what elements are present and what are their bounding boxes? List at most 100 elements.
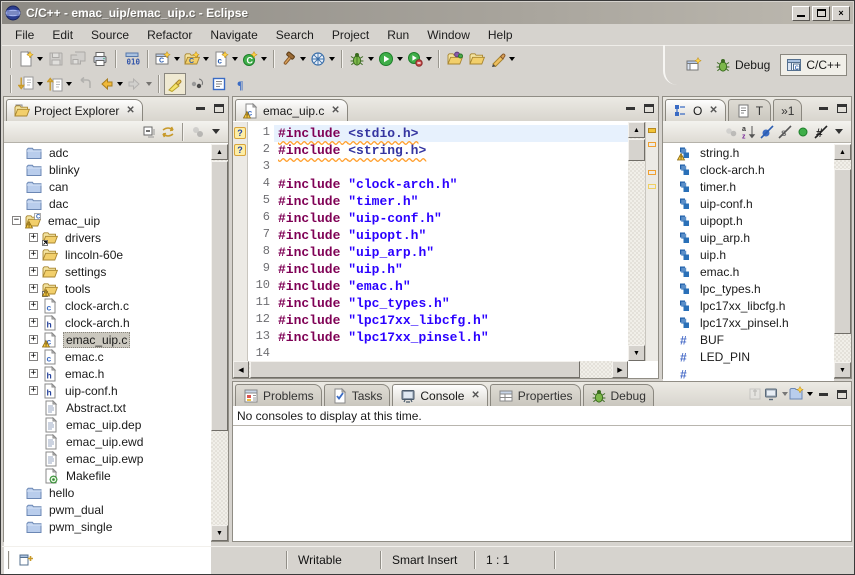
perspective-debug-button[interactable]: Debug [709,54,776,76]
overview-marker[interactable] [648,170,656,175]
scroll-down-icon[interactable]: ▼ [834,362,851,378]
tree-expander[interactable]: + [29,352,38,361]
menu-file[interactable]: File [6,26,43,44]
outline-item-timer.h[interactable]: timer.h [663,178,834,195]
close-view-icon[interactable]: ✕ [471,390,479,401]
code-line-5[interactable]: #include "timer.h" [274,193,628,210]
dropdown-arrow-icon[interactable] [329,56,335,61]
close-button[interactable]: × [832,5,850,21]
editor-hscrollbar[interactable]: ◀ ▶ [233,361,628,378]
menu-refactor[interactable]: Refactor [138,26,201,44]
overview-marker[interactable] [648,128,656,133]
next-annotation-button[interactable] [16,73,45,95]
overview-marker[interactable] [648,142,656,147]
dropdown-arrow-icon[interactable] [37,56,43,61]
console-tab-console[interactable]: Console ✕ [392,384,488,406]
outline-item-string.h[interactable]: string.h [663,144,834,161]
tree-expander[interactable]: + [29,301,38,310]
open-perspective-button[interactable] [683,54,705,76]
tree-item-drivers[interactable]: + drivers [4,229,211,246]
build-button[interactable] [279,48,308,70]
dropdown-arrow-icon[interactable] [509,56,515,61]
dropdown-arrow-icon[interactable] [66,81,72,86]
tree-item-emac.c[interactable]: + c emac.c [4,348,211,365]
code-line-3[interactable] [274,159,628,176]
tree-expander[interactable]: + [29,233,38,242]
code-line-1[interactable]: #include <stdio.h> [274,125,628,142]
outline-item-buf[interactable]: # BUF [663,331,834,348]
code-line-14[interactable] [274,346,628,361]
maximize-button[interactable] [812,5,830,21]
previous-annotation-button[interactable] [45,73,74,95]
tree-expander[interactable]: + [29,250,38,259]
outline-item-clock-arch.h[interactable]: clock-arch.h [663,161,834,178]
save-all-button[interactable] [67,48,89,70]
new-button[interactable] [16,48,45,70]
console-tab-problems[interactable]: Problems [235,384,322,406]
dropdown-arrow-icon[interactable] [146,81,152,86]
tree-expander[interactable]: + [29,318,38,327]
new-c-folder-button[interactable]: C [182,48,211,70]
new-class-button[interactable]: C [240,48,269,70]
dropdown-arrow-icon[interactable] [426,56,432,61]
outline-tab-1[interactable]: »1 [773,99,803,121]
outline-item-uip_arp.h[interactable]: uip_arp.h [663,229,834,246]
maximize-view-button[interactable] [834,101,849,115]
outline-item-uip.h[interactable]: uip.h [663,246,834,263]
back-button[interactable] [96,73,125,95]
view-menu-icon[interactable] [835,129,843,134]
tree-item-emac_uip.dep[interactable]: emac_uip.dep [4,416,211,433]
print-button[interactable] [89,48,111,70]
tree-item-can[interactable]: can [4,178,211,195]
code-line-2[interactable]: #include <string.h> [274,142,628,159]
minimize-button[interactable] [792,5,810,21]
outline-item-lpc17xx_libcfg.h[interactable]: lpc17xx_libcfg.h [663,297,834,314]
minimize-view-button[interactable] [193,101,208,115]
tree-item-abstract.txt[interactable]: Abstract.txt [4,399,211,416]
scroll-thumb[interactable] [250,361,580,378]
scroll-thumb[interactable] [834,169,851,334]
dropdown-arrow-icon[interactable] [261,56,267,61]
save-button[interactable] [45,48,67,70]
tree-item-emac_uip.ewd[interactable]: emac_uip.ewd [4,433,211,450]
tree-item-dac[interactable]: dac [4,195,211,212]
perspective-cc-button[interactable]: C C/C++ [780,54,847,76]
maximize-view-button[interactable] [834,387,849,401]
minimize-editor-button[interactable] [623,101,638,115]
outline-item-emac.h[interactable]: emac.h [663,263,834,280]
outline-item-lpc17xx_pinsel.h[interactable]: lpc17xx_pinsel.h [663,314,834,331]
fast-view-icon[interactable] [18,552,34,568]
run-external-button[interactable] [405,48,434,70]
outline-tab-O[interactable]: O ✕ [665,99,726,121]
code-line-8[interactable]: #include "uip_arp.h" [274,244,628,261]
dropdown-arrow-icon[interactable] [368,56,374,61]
menu-source[interactable]: Source [82,26,138,44]
console-tab-tasks[interactable]: Tasks [323,384,391,406]
tree-item-hello[interactable]: hello [4,484,211,501]
outline-item-led_pin[interactable]: # LED_PIN [663,348,834,365]
code-line-10[interactable]: #include "emac.h" [274,278,628,295]
maximize-view-button[interactable] [211,101,226,115]
unresolved-include-marker-icon[interactable]: ? [234,144,246,156]
code-line-6[interactable]: #include "uip-conf.h" [274,210,628,227]
dropdown-arrow-icon[interactable] [117,81,123,86]
tree-item-pwm_single[interactable]: pwm_single [4,518,211,535]
outline-item-[interactable]: # [663,365,834,382]
menu-navigate[interactable]: Navigate [201,26,266,44]
tree-item-clock-arch.h[interactable]: + h clock-arch.h [4,314,211,331]
tree-item-emac.h[interactable]: + h emac.h [4,365,211,382]
run-button[interactable] [376,48,405,70]
console-tab-properties[interactable]: Properties [489,384,581,406]
scroll-down-icon[interactable]: ▼ [628,345,645,361]
unresolved-include-marker-icon[interactable]: ? [234,127,246,139]
dropdown-arrow-icon[interactable] [232,56,238,61]
code-line-12[interactable]: #include "lpc17xx_libcfg.h" [274,312,628,329]
tree-item-tools[interactable]: + tools [4,280,211,297]
scroll-thumb[interactable] [211,161,228,431]
code-line-7[interactable]: #include "uipopt.h" [274,227,628,244]
dropdown-arrow-icon[interactable] [174,56,180,61]
last-edit-location-button[interactable] [74,73,96,95]
tree-expander[interactable]: + [29,369,38,378]
open-resource-button[interactable] [466,48,488,70]
dropdown-arrow-icon[interactable] [300,56,306,61]
